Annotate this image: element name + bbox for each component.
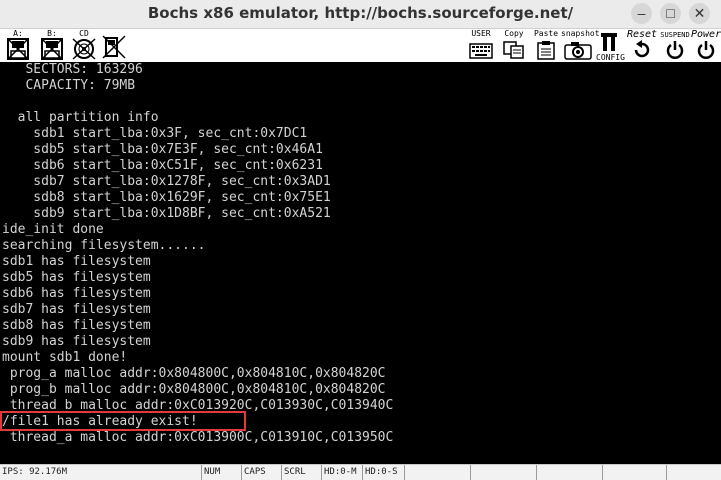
title-bar: Bochs x86 emulator, http://bochs.sourcef…	[0, 0, 721, 29]
suspend-button[interactable]: SUSPEND	[659, 29, 691, 62]
reset-button[interactable]: Reset	[626, 29, 658, 62]
status-cell-empty	[404, 465, 467, 480]
usb-drive-icon	[102, 35, 126, 59]
terminal-line: prog_a malloc addr:0x804800C,0x804810C,0…	[2, 366, 386, 381]
status-bar: IPS: 92.176M NUM CAPS SCRL HD:0-M HD:0-S	[0, 464, 721, 480]
cdrom-icon	[72, 38, 96, 60]
copy-button[interactable]: Copy	[500, 29, 528, 62]
minimize-icon[interactable]: –	[631, 3, 652, 24]
terminal-line: sdb1 has filesystem	[2, 254, 151, 269]
terminal-line: sdb5 has filesystem	[2, 270, 151, 285]
power-icon	[697, 41, 715, 59]
reset-label: Reset	[626, 29, 658, 40]
floppy-b-label: B:	[47, 29, 57, 38]
paste-label: Paste	[533, 29, 559, 38]
power-button[interactable]: Power	[691, 29, 721, 62]
emulator-screen[interactable]: SECTORS: 163296 CAPACITY: 79MB all parti…	[0, 62, 721, 464]
maximize-icon[interactable]: □	[660, 3, 681, 24]
status-cell-empty	[666, 465, 721, 480]
terminal-line: sdb7 start_lba:0x1278F, sec_cnt:0x3AD1	[2, 174, 331, 189]
terminal-line: SECTORS: 163296	[2, 62, 143, 77]
floppy-a-button[interactable]: A:	[4, 29, 32, 62]
floppy-a-label: A:	[13, 29, 23, 38]
terminal-line: sdb5 start_lba:0x7E3F, sec_cnt:0x46A1	[2, 142, 323, 157]
caps-lock-indicator: CAPS	[241, 465, 280, 480]
power-label: Power	[691, 29, 721, 40]
terminal-line: sdb9 has filesystem	[2, 334, 151, 349]
user-label: USER	[471, 29, 491, 38]
status-cell-empty	[470, 465, 533, 480]
window-title: Bochs x86 emulator, http://bochs.sourcef…	[147, 4, 574, 22]
terminal-line: thread_a malloc addr:0xC013900C,C013910C…	[2, 430, 394, 445]
highlight-box	[0, 411, 246, 431]
snapshot-button[interactable]: snapshot	[561, 29, 600, 62]
cdrom-label: CD	[79, 29, 89, 38]
terminal-line: sdb8 start_lba:0x1629F, sec_cnt:0x75E1	[2, 190, 331, 205]
suspend-label: SUSPEND	[660, 31, 690, 39]
terminal-line: sdb6 has filesystem	[2, 286, 151, 301]
ips-readout: IPS: 92.176M	[2, 467, 68, 477]
clipboard-icon	[537, 41, 555, 60]
terminal-line: searching filesystem......	[2, 238, 206, 253]
hd0-slave-indicator: HD:0-S	[362, 465, 403, 480]
keyboard-icon	[469, 43, 493, 59]
wrench-icon	[601, 33, 617, 51]
floppy-b-button[interactable]: B:	[38, 29, 66, 62]
terminal-line: prog_b malloc addr:0x804800C,0x804810C,0…	[2, 382, 386, 397]
power-icon	[666, 41, 684, 59]
copy-label: Copy	[504, 29, 524, 38]
terminal-line: sdb7 has filesystem	[2, 302, 151, 317]
usb-button[interactable]	[100, 29, 128, 62]
config-button[interactable]: CONFIG	[596, 29, 625, 62]
copy-icon	[503, 41, 524, 59]
terminal-line: sdb8 has filesystem	[2, 318, 151, 333]
paste-button[interactable]: Paste	[532, 29, 560, 62]
snapshot-label: snapshot	[561, 29, 600, 38]
terminal-line: sdb6 start_lba:0xC51F, sec_cnt:0x6231	[2, 158, 323, 173]
hd0-master-indicator: HD:0-M	[321, 465, 362, 480]
close-icon[interactable]: ✕	[689, 3, 710, 24]
floppy-icon	[41, 38, 63, 60]
cdrom-button[interactable]: CD	[70, 29, 98, 62]
terminal-line: mount sdb1 done!	[2, 350, 128, 365]
camera-icon	[564, 42, 592, 60]
terminal-line: ide_init done	[2, 222, 104, 237]
terminal-line: all partition info	[2, 110, 159, 125]
toolbar: A: B: CD USER Copy Paste snapshot CONFIG…	[0, 29, 721, 62]
terminal-line: sdb1 start_lba:0x3F, sec_cnt:0x7DC1	[2, 126, 308, 141]
status-cell-empty	[602, 465, 665, 480]
status-cell-empty	[536, 465, 599, 480]
terminal-line: sdb9 start_lba:0x1D8BF, sec_cnt:0xA521	[2, 206, 331, 221]
terminal-line: CAPACITY: 79MB	[2, 78, 136, 93]
num-lock-indicator: NUM	[201, 465, 240, 480]
config-label: CONFIG	[596, 53, 625, 62]
scroll-lock-indicator: SCRL	[281, 465, 320, 480]
user-button[interactable]: USER	[466, 29, 496, 62]
reset-icon	[634, 40, 650, 58]
floppy-icon	[7, 38, 29, 60]
